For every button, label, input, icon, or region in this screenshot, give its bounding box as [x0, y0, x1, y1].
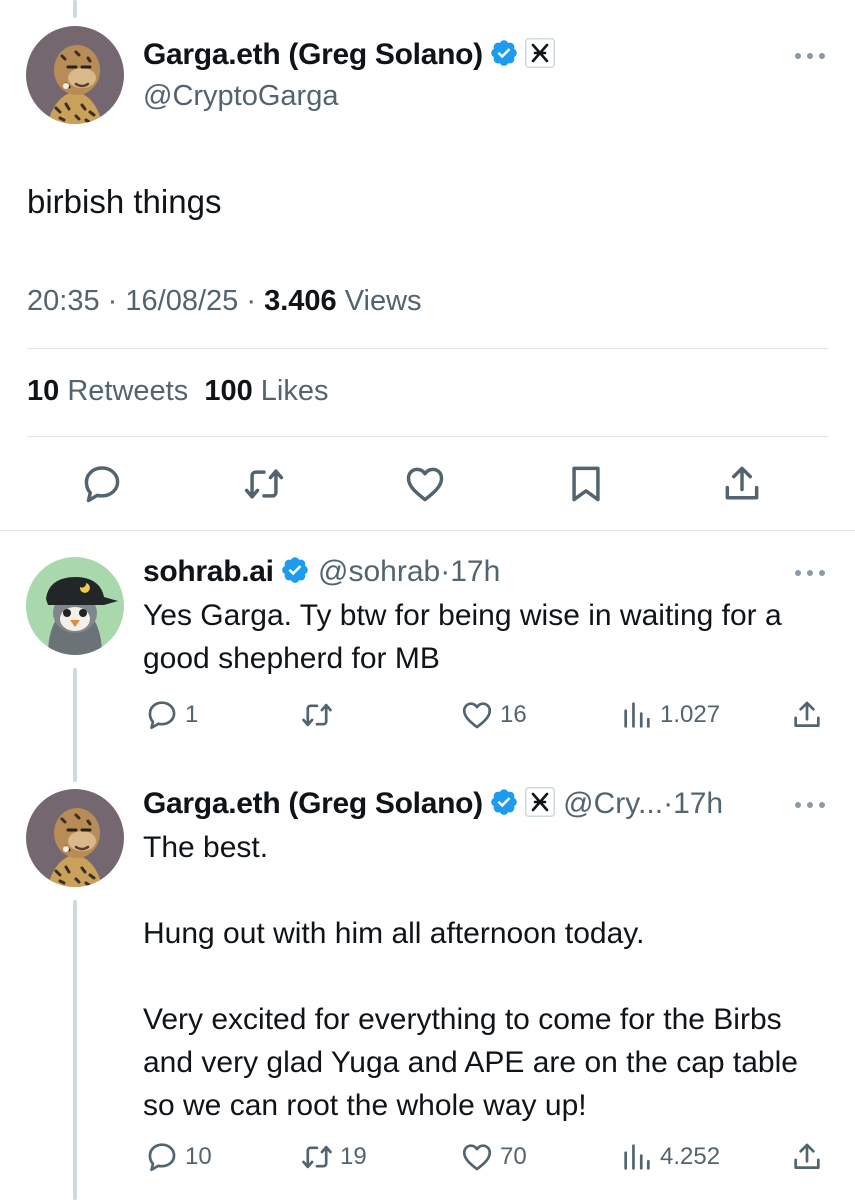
- views-action[interactable]: 1.027: [620, 698, 720, 732]
- bookmark-icon[interactable]: [564, 462, 608, 506]
- avatar[interactable]: [26, 26, 124, 124]
- thread-line: [73, 900, 77, 1200]
- divider: [0, 530, 855, 531]
- yuga-labs-affiliate-icon[interactable]: [525, 787, 555, 817]
- meta-separator: ·: [107, 285, 118, 317]
- more-dots-icon[interactable]: [792, 50, 828, 62]
- reply-count: 1: [185, 701, 199, 728]
- author-handle[interactable]: @CryptoGarga: [143, 80, 338, 113]
- views-bar-chart-icon: [620, 698, 654, 732]
- avatar[interactable]: [26, 557, 124, 655]
- retweets-count: 10: [27, 375, 60, 407]
- reply-count: 10: [185, 1143, 212, 1170]
- tweet-text: birbish things: [27, 183, 222, 220]
- author-display-name[interactable]: Garga.eth (Greg Solano): [143, 38, 483, 71]
- yuga-labs-affiliate-icon[interactable]: [525, 38, 555, 68]
- share-icon: [790, 1140, 824, 1174]
- share-icon: [790, 698, 824, 732]
- divider: [27, 436, 828, 437]
- retweet-icon[interactable]: [242, 462, 286, 506]
- heart-icon: [460, 1140, 494, 1174]
- meta-separator: ·: [663, 787, 674, 820]
- tweet-date[interactable]: 16/08/25: [125, 285, 238, 317]
- author-display-name-row[interactable]: Garga.eth (Greg Solano): [143, 38, 555, 72]
- heart-icon[interactable]: [403, 462, 447, 506]
- reply-age[interactable]: 17h: [673, 787, 723, 820]
- reply-icon[interactable]: [80, 462, 124, 506]
- verified-badge-icon: [489, 787, 519, 817]
- share-icon[interactable]: [720, 462, 764, 506]
- share-action[interactable]: [790, 698, 824, 732]
- reply-header: sohrab.ai @sohrab·17h: [143, 555, 500, 589]
- avatar[interactable]: [26, 789, 124, 887]
- tweet-time[interactable]: 20:35: [27, 285, 100, 317]
- likes-count: 100: [204, 375, 253, 407]
- ape-avatar-image: [26, 789, 124, 887]
- likes-label: Likes: [260, 375, 329, 407]
- share-action[interactable]: [790, 1140, 824, 1174]
- like-action[interactable]: 70: [460, 1140, 527, 1174]
- engagement-stats-row: 10 Retweets 100 Likes: [27, 375, 329, 408]
- thread-line: [73, 668, 77, 782]
- view-count: 4.252: [660, 1143, 721, 1170]
- retweet-action[interactable]: [300, 698, 340, 732]
- meta-separator: ·: [246, 285, 256, 317]
- view-count: 1.027: [660, 701, 721, 728]
- divider: [27, 348, 828, 349]
- retweet-action[interactable]: 19: [300, 1140, 367, 1174]
- views-count: 3.406: [264, 285, 337, 317]
- views-action[interactable]: 4.252: [620, 1140, 720, 1174]
- more-dots-icon[interactable]: [792, 567, 828, 579]
- reply-author-name[interactable]: sohrab.ai: [143, 555, 274, 588]
- retweet-icon: [300, 698, 334, 732]
- retweet-count: 19: [340, 1143, 367, 1170]
- like-action[interactable]: 16: [460, 698, 527, 732]
- reply-text: The best. Hung out with him all afternoo…: [143, 831, 798, 1122]
- retweets-label: Retweets: [67, 375, 189, 407]
- verified-badge-icon: [489, 38, 519, 68]
- retweet-icon: [300, 1140, 334, 1174]
- reply-icon: [145, 698, 179, 732]
- views-label: Views: [344, 285, 422, 317]
- penguin-avatar-image: [26, 557, 124, 655]
- tweet-meta-row: 20:35 · 16/08/25 · 3.406 Views: [27, 285, 422, 318]
- retweets-stat[interactable]: 10 Retweets: [27, 375, 188, 407]
- reply-age[interactable]: 17h: [450, 555, 500, 588]
- heart-icon: [460, 698, 494, 732]
- thread-line-top: [73, 0, 77, 18]
- reply-action[interactable]: 10: [145, 1140, 212, 1174]
- reply-author-name[interactable]: Garga.eth (Greg Solano): [143, 787, 483, 820]
- verified-badge-icon: [280, 555, 310, 585]
- like-count: 70: [500, 1143, 527, 1170]
- reply-icon: [145, 1140, 179, 1174]
- reply-author-handle[interactable]: @Cry...: [563, 787, 663, 820]
- views-bar-chart-icon: [620, 1140, 654, 1174]
- reply-action[interactable]: 1: [145, 698, 198, 732]
- more-dots-icon[interactable]: [792, 799, 828, 811]
- reply-header: Garga.eth (Greg Solano) @Cry...·17h: [143, 787, 723, 821]
- meta-separator: ·: [440, 555, 451, 588]
- ape-avatar-image: [26, 26, 124, 124]
- reply-text: Yes Garga. Ty btw for being wise in wait…: [143, 599, 782, 675]
- reply-author-handle[interactable]: @sohrab: [318, 555, 440, 588]
- likes-stat[interactable]: 100 Likes: [204, 375, 328, 407]
- like-count: 16: [500, 701, 527, 728]
